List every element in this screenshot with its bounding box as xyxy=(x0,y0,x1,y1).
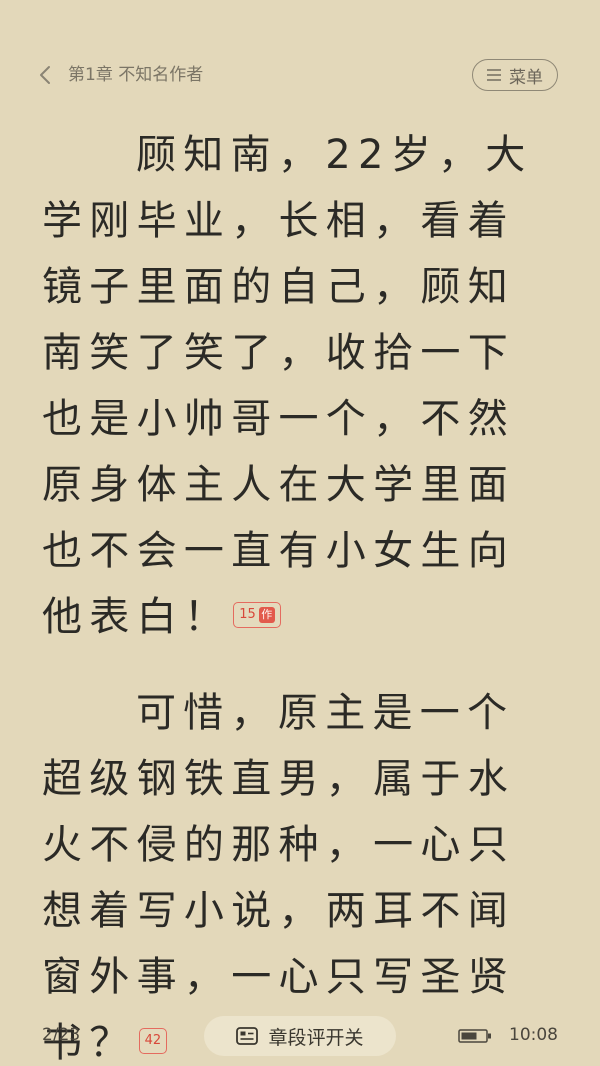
comment-count: 15 xyxy=(239,607,256,622)
menu-button[interactable]: 菜单 xyxy=(472,59,558,91)
hamburger-icon xyxy=(487,69,501,81)
comment-toggle-button[interactable]: 章段评开关 xyxy=(204,1016,396,1056)
author-badge: 作 xyxy=(258,607,275,623)
page-indicator: 2/23 xyxy=(42,1025,81,1045)
chapter-title: 第1章 不知名作者 xyxy=(68,65,204,85)
back-button[interactable] xyxy=(32,62,58,88)
comment-toggle-label: 章段评开关 xyxy=(268,1026,364,1049)
reading-content: 顾知南，22岁，大学刚毕业，长相，看着镜子里面的自己，顾知南笑了笑了，收拾一下也… xyxy=(42,122,558,1066)
reader-header: 第1章 不知名作者 菜单 xyxy=(0,0,600,110)
paragraph[interactable]: 顾知南，22岁，大学刚毕业，长相，看着镜子里面的自己，顾知南笑了笑了，收拾一下也… xyxy=(42,122,558,650)
paragraph[interactable]: 可惜，原主是一个超级钢铁直男，属于水火不侵的那种，一心只想着写小说，两耳不闻窗外… xyxy=(42,680,558,1066)
comment-toggle-icon xyxy=(236,1027,259,1045)
battery-icon xyxy=(458,1029,491,1043)
battery-status xyxy=(458,1028,492,1047)
chevron-left-icon xyxy=(40,66,50,84)
reader-footer: 2/23 章段评开关 10:08 xyxy=(0,1010,600,1060)
clock: 10:08 xyxy=(509,1025,558,1045)
paragraph-comment-badge[interactable]: 15 作 xyxy=(233,602,281,628)
paragraph-text: 顾知南，22岁，大学刚毕业，长相，看着镜子里面的自己，顾知南笑了笑了，收拾一下也… xyxy=(42,132,533,640)
menu-label: 菜单 xyxy=(509,67,543,88)
